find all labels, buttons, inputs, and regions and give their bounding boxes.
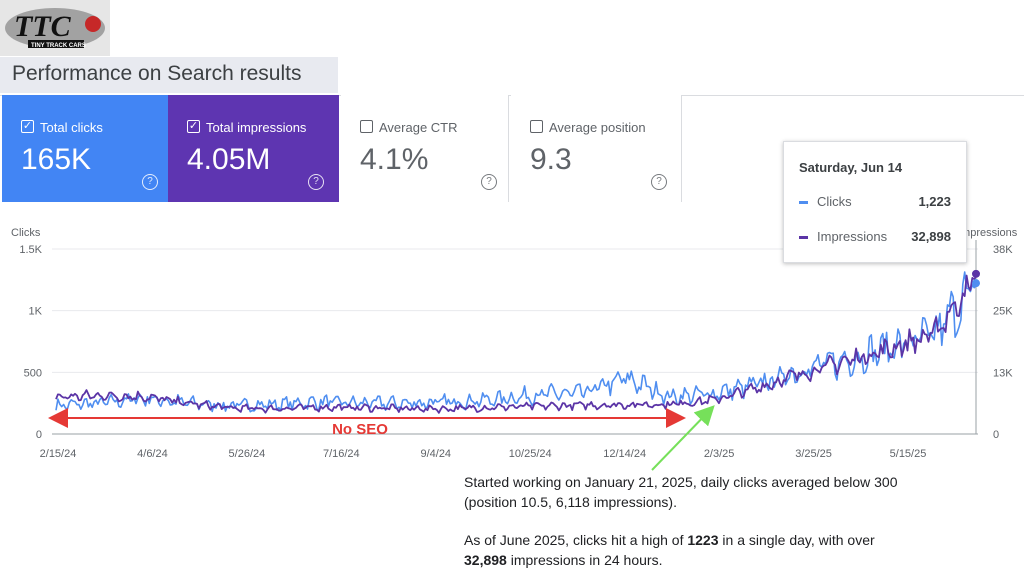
no-seo-label: No SEO bbox=[332, 421, 388, 438]
x-tick-label: 5/26/24 bbox=[229, 448, 266, 460]
x-tick-label: 2/3/25 bbox=[704, 448, 735, 460]
tooltip-row-clicks: Clicks 1,223 bbox=[799, 194, 951, 209]
chart-ticks: 0 0 500 13K 1K 25K 1.5K 38K 2/15/24 4/6/24 5/26/24… bbox=[19, 244, 1013, 460]
x-tick-label: 10/25/24 bbox=[509, 448, 552, 460]
chart-grid bbox=[52, 240, 978, 435]
tooltip-label: Clicks bbox=[817, 194, 852, 209]
y-tick-left: 1.5K bbox=[19, 244, 42, 256]
impressions-line bbox=[55, 273, 979, 414]
note-line-4: 32,898 impressions in 24 hours. bbox=[464, 550, 1004, 570]
x-tick-label: 3/25/25 bbox=[795, 448, 832, 460]
impressions-swatch-icon bbox=[799, 236, 808, 240]
tooltip-label: Impressions bbox=[817, 229, 888, 244]
note-highlight: 1223 bbox=[687, 532, 719, 548]
tooltip-date: Saturday, Jun 14 bbox=[799, 160, 903, 175]
y-tick-left: 1K bbox=[29, 306, 43, 318]
x-tick-label: 7/16/24 bbox=[323, 448, 360, 460]
x-tick-label: 2/15/24 bbox=[40, 448, 77, 460]
x-tick-label: 4/6/24 bbox=[137, 448, 168, 460]
y-tick-right: 25K bbox=[993, 306, 1013, 318]
y-tick-right: 0 bbox=[993, 429, 999, 441]
note-text: impressions in 24 hours. bbox=[506, 552, 663, 568]
note-text: in a single day, with over bbox=[718, 532, 875, 548]
chart-lines bbox=[55, 269, 980, 414]
note-highlight: 32,898 bbox=[464, 552, 507, 568]
y-tick-left: 0 bbox=[36, 429, 42, 441]
x-tick-label: 9/4/24 bbox=[420, 448, 451, 460]
clicks-line bbox=[55, 271, 979, 413]
y-tick-right: 13K bbox=[993, 367, 1013, 379]
tooltip-value: 1,223 bbox=[918, 194, 951, 209]
x-tick-label: 5/15/25 bbox=[890, 448, 927, 460]
y-tick-left: 500 bbox=[24, 367, 42, 379]
note-line-3: As of June 2025, clicks hit a high of 12… bbox=[464, 530, 1004, 550]
y-tick-right: 38K bbox=[993, 244, 1013, 256]
note-line-1: Started working on January 21, 2025, dai… bbox=[464, 474, 898, 490]
x-tick-label: 12/14/24 bbox=[603, 448, 646, 460]
clicks-swatch-icon bbox=[799, 201, 808, 205]
tooltip-row-impressions: Impressions 32,898 bbox=[799, 229, 951, 244]
tooltip-value: 32,898 bbox=[911, 229, 951, 244]
clicks-point bbox=[972, 279, 980, 288]
impressions-point bbox=[972, 269, 980, 278]
chart-tooltip: Saturday, Jun 14 Clicks 1,223 Impression… bbox=[783, 141, 967, 263]
note-line-2: (position 10.5, 6,118 impressions). bbox=[464, 494, 677, 510]
note-text: As of June 2025, clicks hit a high of bbox=[464, 532, 688, 548]
chart-annotations: No SEO bbox=[48, 405, 715, 471]
